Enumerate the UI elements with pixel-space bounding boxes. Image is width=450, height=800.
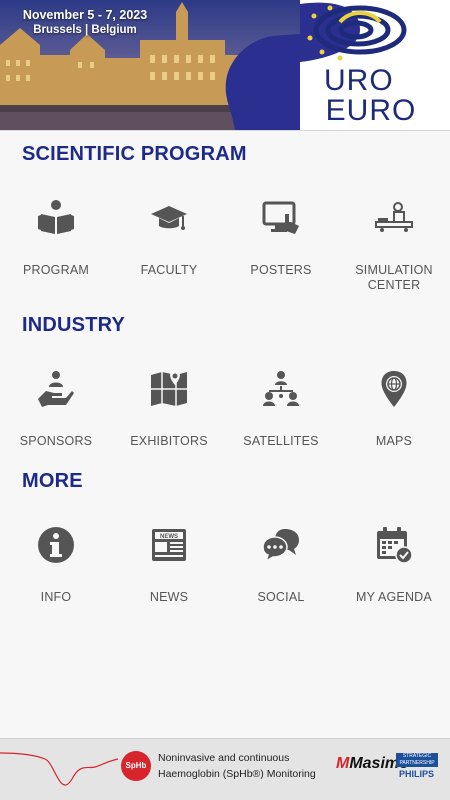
tile-social[interactable]: SOCIAL [225, 525, 337, 605]
logo-letter: N [303, 94, 326, 127]
section-title-scientific: SCIENTIFIC PROGRAM [22, 143, 247, 165]
header-divider [0, 130, 450, 131]
tile-my-agenda[interactable]: MY AGENDA [338, 525, 450, 605]
reader-icon [38, 200, 74, 234]
tile-faculty[interactable]: FACULTY [113, 198, 225, 278]
logo-word-neuro: NEURO [303, 94, 416, 128]
info-icon [38, 527, 74, 563]
tile-label: SATELLITES [243, 434, 319, 448]
tile-sponsors[interactable]: SPONSORS [0, 369, 112, 449]
waveform-graphic [0, 752, 119, 786]
tile-label: INFO [40, 590, 72, 604]
tile-label: PROGRAM [23, 263, 89, 277]
tile-label: NEWS [149, 590, 189, 604]
ad-subline: Haemoglobin (SpHb®) Monitoring [158, 768, 316, 780]
svg-text:NEWS: NEWS [160, 534, 178, 540]
tile-label: SOCIAL [257, 590, 305, 604]
philips-logo: PHILIPS [399, 769, 435, 779]
chat-bubbles-icon [262, 529, 299, 563]
tile-label: MY AGENDA [356, 590, 432, 604]
logo-letter: E [303, 64, 325, 97]
partnership-badge: STRATEGIC PARTNERSHIP [396, 753, 438, 767]
logo-word-euro: EURO [303, 64, 394, 98]
logo-text: EURO [325, 94, 417, 127]
globe-pin-icon [381, 371, 407, 407]
brain-logo [300, 2, 407, 63]
tile-label: SPONSORS [19, 434, 93, 448]
tile-label: POSTERS [250, 263, 312, 277]
tile-news[interactable]: NEWS NEWS [113, 525, 225, 605]
tile-label-line2: CENTER [367, 278, 421, 292]
tile-label: FACULTY [140, 263, 198, 277]
hand-person-icon [38, 371, 74, 407]
graduation-cap-icon [151, 206, 187, 230]
event-location: Brussels | Belgium [33, 24, 137, 36]
section-title-more: MORE [22, 470, 83, 492]
logo-text: URO [324, 64, 394, 97]
map-pin-icon [151, 371, 187, 406]
tile-label: SIMULATION [355, 263, 433, 277]
tile-simulation-center[interactable]: SIMULATION CENTER [338, 198, 450, 293]
tile-program[interactable]: PROGRAM [0, 198, 112, 278]
newspaper-icon: NEWS [152, 529, 186, 561]
tile-exhibitors[interactable]: EXHIBITORS [113, 369, 225, 449]
calendar-check-icon [377, 527, 413, 564]
tile-maps[interactable]: MAPS [338, 369, 450, 449]
header-banner: November 5 - 7, 2023 Brussels | Belgium … [0, 0, 450, 130]
tile-label: MAPS [375, 434, 413, 448]
section-title-industry: INDUSTRY [22, 314, 126, 336]
monitor-touch-icon [262, 201, 299, 234]
tile-posters[interactable]: POSTERS [225, 198, 337, 278]
patient-bed-icon [375, 202, 413, 232]
event-date: November 5 - 7, 2023 [22, 8, 148, 22]
tile-info[interactable]: INFO [0, 525, 112, 605]
sphb-badge: SpHb [121, 751, 151, 781]
ad-headline: Noninvasive and continuous [158, 752, 290, 764]
tile-satellites[interactable]: SATELLITES [225, 369, 337, 449]
tile-label: EXHIBITORS [130, 434, 208, 448]
footer-ad-banner[interactable]: SpHb Noninvasive and continuous Haemoglo… [0, 738, 450, 800]
network-people-icon [263, 371, 299, 406]
masimo-mark: M [336, 755, 350, 772]
